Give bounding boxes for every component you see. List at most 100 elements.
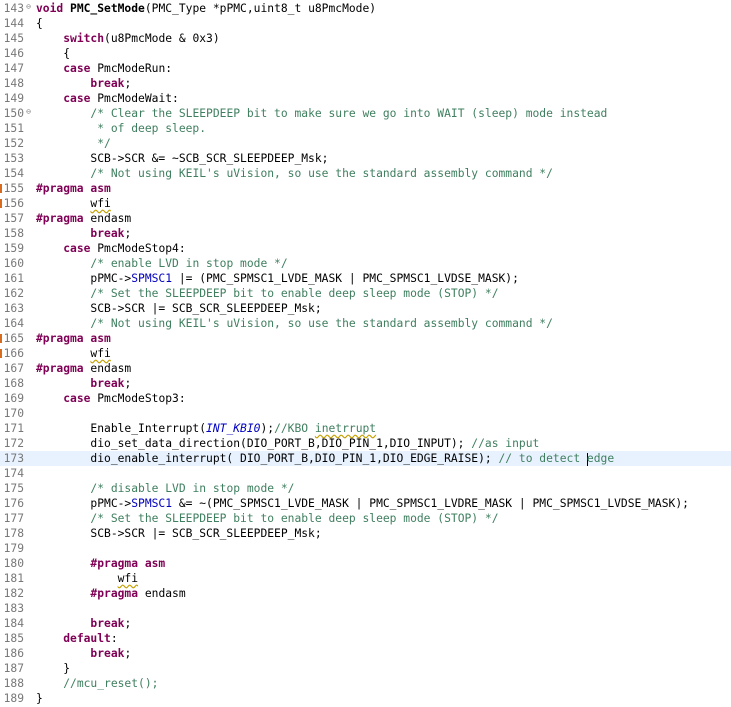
code-line[interactable]: 178 SCB->SCR |= SCB_SCR_SLEEPDEEP_Msk;	[0, 526, 731, 541]
code-line[interactable]: 185 default:	[0, 631, 731, 646]
line-number: 181	[3, 572, 24, 585]
code-line[interactable]: 161 pPMC->SPMSC1 |= (PMC_SPMSC1_LVDE_MAS…	[0, 271, 731, 286]
code-line[interactable]: 146 {	[0, 46, 731, 61]
code-line[interactable]: 155 #pragma asm	[0, 181, 731, 196]
code-token: ;	[124, 617, 132, 630]
code-line[interactable]: 174	[0, 466, 731, 481]
code-line[interactable]: 149 case PmcModeWait:	[0, 91, 731, 106]
code-token: case	[63, 92, 98, 105]
line-number: 182	[3, 587, 24, 600]
code-line[interactable]: 156 wfi	[0, 196, 731, 211]
code-line[interactable]: 152 */	[0, 136, 731, 151]
code-line[interactable]: 171 Enable_Interrupt(INT_KBI0);//KBO ine…	[0, 421, 731, 436]
line-number: 156	[3, 197, 24, 210]
fold-toggle-icon[interactable]: ⊖	[24, 107, 33, 116]
code-line[interactable]: 150 ⊖ /* Clear the SLEEPDEEP bit to make …	[0, 106, 731, 121]
code-token: INT_KBI0	[206, 422, 261, 435]
code-line[interactable]: 187 }	[0, 661, 731, 676]
code-line[interactable]: 153 SCB->SCR &= ~SCB_SCR_SLEEPDEEP_Msk;	[0, 151, 731, 166]
code-token: PMC_SetMode	[70, 2, 145, 15]
code-text: case PmcModeStop4:	[36, 241, 185, 256]
code-line[interactable]: 189}	[0, 691, 731, 706]
code-token: );	[260, 422, 275, 435]
code-token: endasm	[144, 587, 186, 600]
code-token: SCB->SCR &= ~SCB_SCR_SLEEPDEEP_Msk;	[36, 152, 329, 165]
code-line[interactable]: 172 dio_set_data_direction(DIO_PORT_B,DI…	[0, 436, 731, 451]
warning-marker-icon	[0, 349, 2, 358]
code-line[interactable]: 180 #pragma asm	[0, 556, 731, 571]
code-line[interactable]: 182 #pragma endasm	[0, 586, 731, 601]
code-token: |= (PMC_SPMSC1_LVDE_MASK | PMC_SPMSC1_LV…	[172, 272, 519, 285]
code-text: break;	[36, 226, 131, 241]
code-line[interactable]: 154 /* Not using KEIL's uVision, so use …	[0, 166, 731, 181]
line-number: 163	[3, 302, 24, 315]
code-token: #pragma	[36, 212, 91, 225]
code-line[interactable]: 188 //mcu_reset();	[0, 676, 731, 691]
code-token: /* enable LVD in stop mode */	[90, 257, 288, 270]
code-line[interactable]: 167 #pragma endasm	[0, 361, 731, 376]
code-line[interactable]: 162 /* Set the SLEEPDEEP bit to enable d…	[0, 286, 731, 301]
code-token: endasm	[90, 212, 132, 225]
code-token: inetrrupt	[314, 422, 377, 435]
code-token: ;	[124, 227, 132, 240]
code-line[interactable]: 157 #pragma endasm	[0, 211, 731, 226]
code-token: endasm	[90, 362, 132, 375]
code-line[interactable]: 144 {	[0, 16, 731, 31]
code-line[interactable]: 169 case PmcModeStop3:	[0, 391, 731, 406]
line-number: 157	[3, 212, 24, 225]
code-line[interactable]: 177 /* Set the SLEEPDEEP bit to enable d…	[0, 511, 731, 526]
code-editor[interactable]: 143 ⊖ void PMC_SetMode(PMC_Type *pPMC,uint…	[0, 0, 731, 707]
warning-marker-icon	[0, 184, 2, 193]
code-token: //mcu_reset();	[63, 677, 159, 690]
code-line[interactable]: 186 break;	[0, 646, 731, 661]
fold-toggle-icon[interactable]: ⊖	[24, 2, 33, 11]
line-number: 147	[3, 62, 24, 75]
line-number: 145	[3, 32, 24, 45]
code-line[interactable]: 159 case PmcModeStop4:	[0, 241, 731, 256]
code-line[interactable]: 184 break;	[0, 616, 731, 631]
code-line[interactable]: 147 case PmcModeRun:	[0, 61, 731, 76]
code-line[interactable]: 179	[0, 541, 731, 556]
line-number: 158	[3, 227, 24, 240]
code-line[interactable]: 148 break;	[0, 76, 731, 91]
line-number: 149	[3, 92, 24, 105]
code-line[interactable]: 158 break;	[0, 226, 731, 241]
line-number: 151	[3, 122, 24, 135]
line-number: 188	[3, 677, 24, 690]
code-line[interactable]: 173 dio_enable_interrupt( DIO_PORT_B,DIO…	[0, 451, 731, 466]
line-number: 180	[3, 557, 24, 570]
code-token: (PMC_Type *pPMC,uint8_t u8PmcMode)	[144, 2, 377, 15]
line-number: 155	[3, 182, 24, 195]
code-token: */	[97, 137, 111, 150]
code-line[interactable]: 160 /* enable LVD in stop mode */	[0, 256, 731, 271]
line-number: 153	[3, 152, 24, 165]
line-number: 168	[3, 377, 24, 390]
code-line[interactable]: 181 wfi	[0, 571, 731, 586]
code-line[interactable]: 143 ⊖ void PMC_SetMode(PMC_Type *pPMC,uint…	[0, 1, 731, 16]
code-token: #pragma	[90, 587, 145, 600]
code-line[interactable]: 165 #pragma asm	[0, 331, 731, 346]
code-token: break	[90, 647, 125, 660]
code-line[interactable]: 168 break;	[0, 376, 731, 391]
code-line[interactable]: 183	[0, 601, 731, 616]
code-line[interactable]: 166 wfi	[0, 346, 731, 361]
code-line[interactable]: 164 /* Not using KEIL's uVision, so use …	[0, 316, 731, 331]
code-token: ;	[124, 377, 132, 390]
code-line[interactable]: 170	[0, 406, 731, 421]
code-line[interactable]: 176 pPMC->SPMSC1 &= ~(PMC_SPMSC1_LVDE_MA…	[0, 496, 731, 511]
code-text: break;	[36, 376, 131, 391]
code-line[interactable]: 151 * of deep sleep.	[0, 121, 731, 136]
code-line[interactable]: 163 SCB->SCR |= SCB_SCR_SLEEPDEEP_Msk;	[0, 301, 731, 316]
code-line[interactable]: 175 /* disable LVD in stop mode */	[0, 481, 731, 496]
code-text: pPMC->SPMSC1 |= (PMC_SPMSC1_LVDE_MASK | …	[36, 271, 519, 286]
code-line[interactable]: 145 switch(u8PmcMode & 0x3)	[0, 31, 731, 46]
